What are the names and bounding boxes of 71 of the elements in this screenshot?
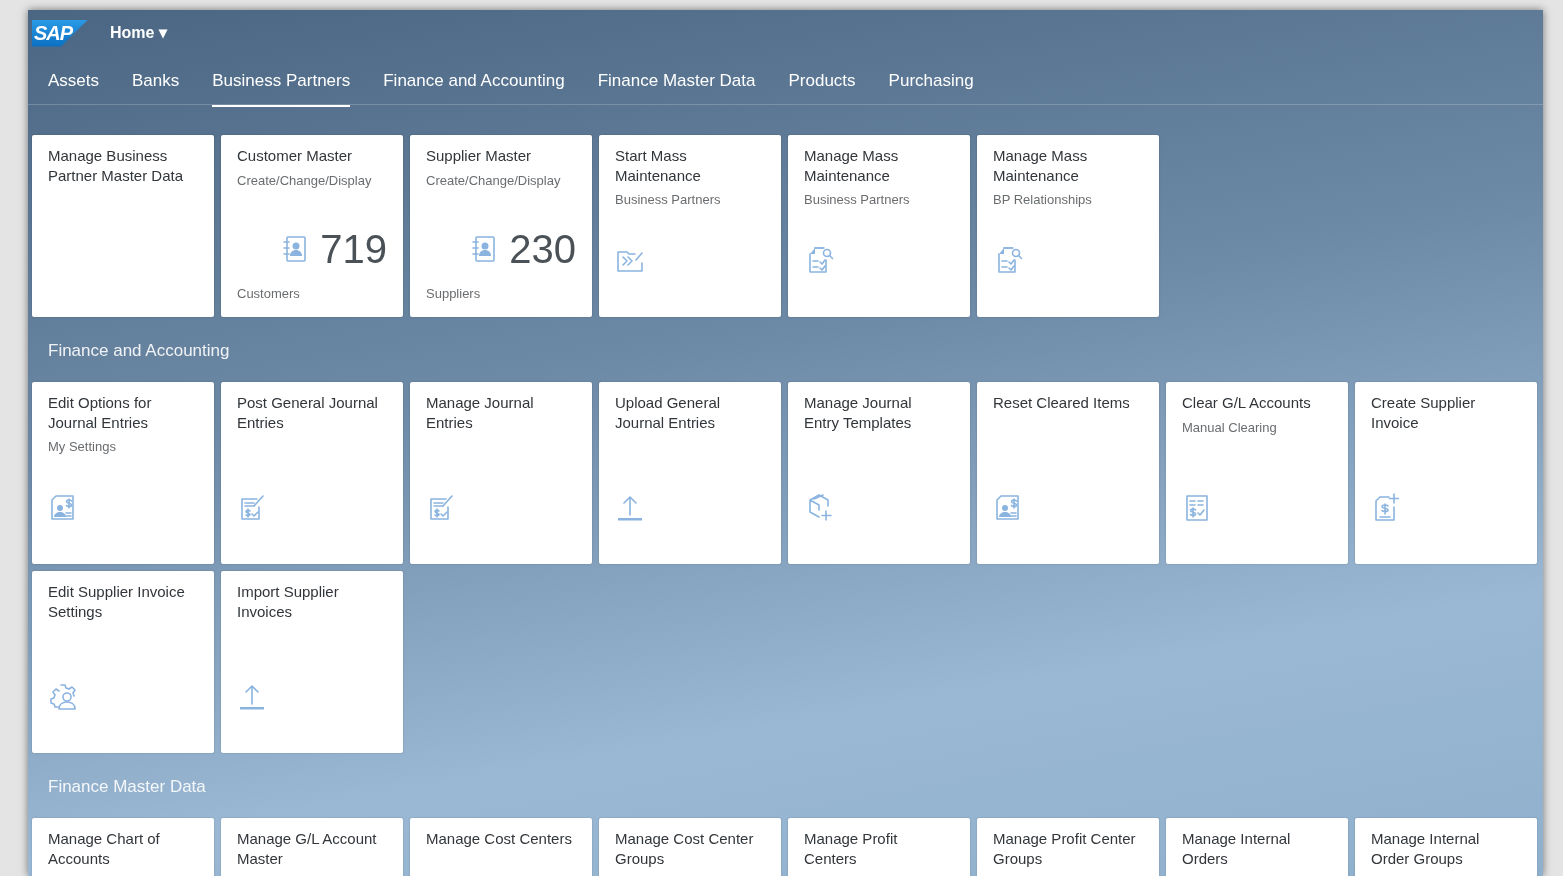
app-tile[interactable]: Edit Options for Journal Entries My Settings <box>32 382 214 564</box>
tile-subtitle: Manual Clearing <box>1182 418 1278 436</box>
section-title: Finance Master Data <box>47 777 207 797</box>
tile-title: Manage Profit Center Groups <box>993 829 1137 868</box>
tile-title: Manage Mass Maintenance <box>804 146 900 185</box>
tile-subtitle: Business Partners <box>615 191 722 208</box>
nav-tab[interactable]: Business Partners <box>212 56 351 107</box>
tile-title: Manage Cost Center Groups <box>615 829 755 868</box>
app-tile[interactable]: Manage Mass Maintenance BP Relationships <box>977 135 1159 317</box>
tile-title: Edit Options for Journal Entries <box>48 393 153 432</box>
app-tile[interactable]: Import Supplier Invoices <box>221 571 403 753</box>
app-tile[interactable]: Customer Master Create/Change/Display 719 Customers <box>221 135 403 317</box>
tile-title: Manage Internal Order Groups <box>1371 829 1481 868</box>
tile-title: Edit Supplier Invoice Settings <box>48 582 186 621</box>
app-tile[interactable]: Upload General Journal Entries <box>599 382 781 564</box>
tile-title: Upload General Journal Entries <box>615 393 722 432</box>
app-tile[interactable]: Manage Internal Orders <box>1166 818 1348 876</box>
app-tile[interactable]: Manage Profit Center Groups <box>977 818 1159 876</box>
tile-title: Manage G/L Account Master <box>237 829 378 868</box>
nav-tab[interactable]: Products <box>788 56 856 107</box>
nav-tab[interactable]: Banks <box>132 56 180 107</box>
nav-tab[interactable]: Assets <box>48 56 100 107</box>
tile-title: Create Supplier Invoice <box>1371 393 1477 432</box>
home-menu[interactable]: Home ▾ <box>110 21 167 45</box>
sap-logo[interactable]: SAP <box>32 19 88 47</box>
nav-tab[interactable]: Finance and Accounting <box>383 56 565 107</box>
app-tile[interactable]: Clear G/L Accounts Manual Clearing <box>1166 382 1348 564</box>
tile-title: Manage Internal Orders <box>1182 829 1292 868</box>
app-tile[interactable]: Edit Supplier Invoice Settings <box>32 571 214 753</box>
app-tile[interactable]: Reset Cleared Items <box>977 382 1159 564</box>
app-tile[interactable]: Post General Journal Entries <box>221 382 403 564</box>
nav-tab[interactable]: Purchasing <box>888 56 974 107</box>
section-title: Finance and Accounting <box>47 341 231 361</box>
gear-person-icon <box>48 681 78 711</box>
app-tile[interactable]: Manage Profit Centers <box>788 818 970 876</box>
app-tile[interactable]: Manage Cost Center Groups <box>599 818 781 876</box>
tile-title: Customer Master <box>237 146 354 166</box>
app-tile[interactable]: Manage Mass Maintenance Business Partners <box>788 135 970 317</box>
tile-title: Manage Profit Centers <box>804 829 899 868</box>
app-tile[interactable]: Manage Cost Centers <box>410 818 592 876</box>
tile-subtitle: Business Partners <box>804 191 911 208</box>
tile-title: Manage Business Partner Master Data <box>48 146 185 185</box>
tile-footer: Suppliers <box>426 285 576 302</box>
app-tile[interactable]: Start Mass Maintenance Business Partners <box>599 135 781 317</box>
tile-subtitle: Create/Change/Display <box>237 171 373 189</box>
tile-title: Manage Cost Centers <box>426 829 573 849</box>
nav-tab[interactable]: Finance Master Data <box>597 56 756 107</box>
tile-title: Import Supplier Invoices <box>237 582 340 621</box>
app-tile[interactable]: Manage Business Partner Master Data <box>32 135 214 317</box>
app-tile[interactable]: Supplier Master Create/Change/Display 230 Suppliers <box>410 135 592 317</box>
tile-title: Manage Journal Entries <box>426 393 535 432</box>
tile-title: Start Mass Maintenance <box>615 146 702 185</box>
kpi-value: 719 <box>320 227 387 271</box>
tile-title: Supplier Master <box>426 146 533 166</box>
tile-title: Manage Mass Maintenance <box>993 146 1089 185</box>
tile-title: Manage Journal Entry Templates <box>804 393 913 432</box>
app-tile[interactable]: Manage Journal Entries <box>410 382 592 564</box>
tile-subtitle: BP Relationships <box>993 191 1093 208</box>
app-tile[interactable]: Manage Chart of Accounts <box>32 818 214 876</box>
tile-title: Manage Chart of Accounts <box>48 829 161 868</box>
kpi-value: 230 <box>509 227 576 271</box>
tile-subtitle: My Settings <box>48 438 117 455</box>
app-tile[interactable]: Manage Journal Entry Templates <box>788 382 970 564</box>
app-tile[interactable]: Manage G/L Account Master <box>221 818 403 876</box>
app-tile[interactable]: Create Supplier Invoice <box>1355 382 1537 564</box>
tile-title: Reset Cleared Items <box>993 393 1131 413</box>
tile-footer: Customers <box>237 285 387 302</box>
tile-title: Post General Journal Entries <box>237 393 379 432</box>
tile-subtitle: Create/Change/Display <box>426 171 562 189</box>
app-tile[interactable]: Manage Internal Order Groups <box>1355 818 1537 876</box>
tile-title: Clear G/L Accounts <box>1182 393 1312 413</box>
